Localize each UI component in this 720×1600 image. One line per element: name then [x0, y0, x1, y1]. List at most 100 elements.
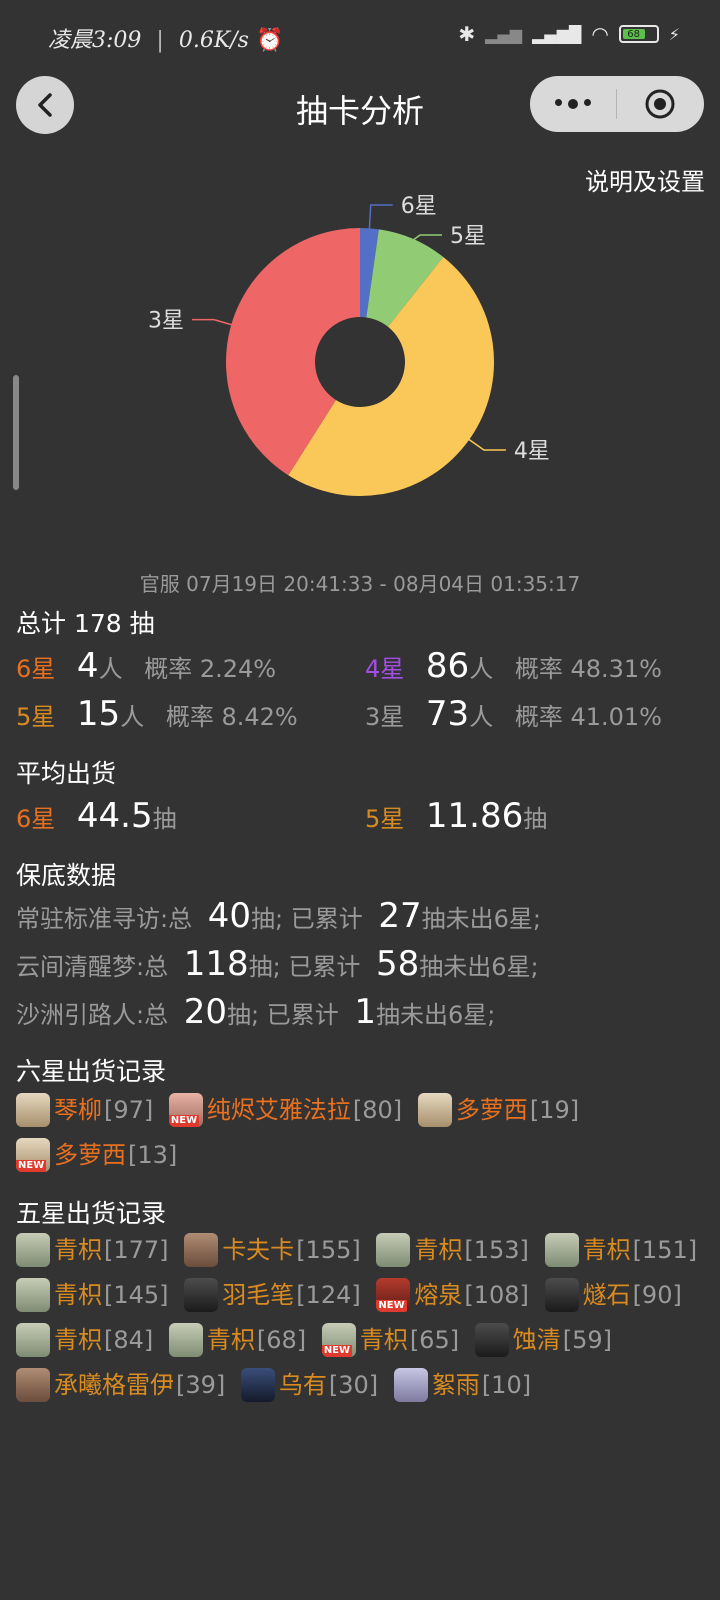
operator-avatar	[16, 1233, 50, 1267]
operator-avatar	[544, 1233, 579, 1267]
operator-name: 纯烬艾雅法拉	[206, 1096, 351, 1124]
clock-text: 凌晨3:09	[48, 28, 142, 53]
battery-level: 68	[622, 29, 645, 40]
operator-name: 青枳	[54, 1281, 102, 1309]
star-prob: 概率 8.42%	[165, 703, 298, 731]
record-item: 多萝西 [19]	[417, 1092, 580, 1128]
stat-5star: 5星 15人 概率 8.42%	[16, 694, 298, 734]
bluetooth-icon: ✱	[458, 22, 476, 46]
operator-name: 熔泉	[414, 1281, 463, 1309]
status-icons: ✱ ▂▄▆ ▂▄▆█ ◠ 68 ⚡	[458, 22, 680, 46]
pity-text: 抽未出6星;	[421, 905, 541, 933]
mini-program-capsule	[530, 76, 704, 132]
record-item: NEW 纯烬艾雅法拉 [80]	[168, 1092, 403, 1128]
avg-5star: 5星 11.86抽	[365, 796, 547, 836]
operator-avatar: NEW	[376, 1278, 411, 1312]
signal-hd-icon: ▂▄▆█	[532, 24, 582, 44]
wifi-icon: ◠	[591, 22, 609, 46]
pie-label: 4星	[514, 439, 550, 464]
operator-name: 琴柳	[54, 1096, 102, 1124]
status-bar: 凌晨3:09 | 0.6K/s ⏰ ✱ ▂▄▆ ▂▄▆█ ◠ 68 ⚡	[0, 0, 720, 70]
alarm-icon: ⏰	[255, 28, 284, 53]
more-button[interactable]	[530, 99, 616, 109]
stat-6star: 6星 4人 概率 2.24%	[16, 646, 276, 686]
pity-row: 常驻标准寻访:总 40抽; 已累计 27抽未出6星;	[16, 896, 541, 936]
operator-name: 青枳	[582, 1236, 631, 1264]
pull-count: [80]	[352, 1096, 403, 1124]
avg-unit: 抽	[152, 805, 177, 833]
pull-count: [90]	[632, 1281, 682, 1309]
pool-total: 40	[207, 896, 251, 936]
new-badge: NEW	[16, 1160, 47, 1172]
record-item: 青枳 [177]	[16, 1232, 169, 1268]
star-count: 15	[76, 694, 121, 734]
pity-title: 保底数据	[16, 861, 117, 890]
pull-distribution-chart: 6星 5星 4星 3星	[148, 194, 550, 496]
record-item: 青枳 [145]	[16, 1277, 169, 1313]
record-item: 絮雨 [10]	[393, 1367, 531, 1403]
operator-avatar: NEW	[168, 1093, 203, 1127]
pull-count: [68]	[256, 1326, 307, 1354]
operator-avatar	[417, 1093, 452, 1127]
operator-name: 燧石	[582, 1281, 631, 1309]
pool-accumulated: 1	[354, 992, 376, 1032]
pity-text: 抽; 已累计	[248, 953, 361, 981]
pie-leader-line	[411, 234, 443, 242]
pull-count: [19]	[529, 1096, 580, 1124]
pity-row: 云间清醒梦:总 118抽; 已累计 58抽未出6星;	[16, 944, 539, 984]
operator-avatar	[168, 1323, 203, 1357]
pity-row: 沙洲引路人:总 20抽; 已累计 1抽未出6星;	[16, 992, 495, 1032]
pull-count: [145]	[104, 1281, 169, 1309]
record-item: 燧石 [90]	[544, 1277, 682, 1313]
operator-avatar	[184, 1278, 219, 1312]
pull-count: [153]	[464, 1236, 529, 1264]
record-item: 青枳 [84]	[16, 1322, 153, 1358]
stat-4star: 4星 86人 概率 48.31%	[365, 646, 662, 686]
star-label: 4星	[365, 655, 405, 683]
star-unit: 人	[120, 703, 145, 731]
pool-accumulated: 27	[378, 896, 422, 936]
record-item: NEW 多萝西 [13]	[16, 1137, 177, 1173]
operator-name: 青枳	[54, 1326, 102, 1354]
record-item: 蚀清 [59]	[474, 1322, 612, 1358]
pool-accumulated: 58	[376, 944, 420, 984]
avg-value: 11.86	[425, 796, 524, 836]
record-item: NEW 青枳 [65]	[321, 1322, 459, 1358]
record-item: 青枳 [153]	[376, 1232, 529, 1268]
pool-total: 20	[183, 992, 227, 1032]
operator-name: 絮雨	[431, 1371, 480, 1399]
operator-name: 多萝西	[54, 1141, 126, 1169]
operator-name: 蚀清	[512, 1326, 561, 1354]
operator-avatar	[16, 1368, 50, 1402]
record-item: 青枳 [151]	[544, 1232, 697, 1268]
pie-leader-line	[467, 437, 506, 451]
pity-text: 抽; 已累计	[227, 1001, 339, 1029]
operator-name: 青枳	[54, 1236, 102, 1264]
five-star-records-title: 五星出货记录	[16, 1199, 167, 1228]
operator-avatar	[240, 1368, 275, 1402]
pie-leader-line	[368, 204, 393, 231]
status-time: 凌晨3:09 | 0.6K/s ⏰	[48, 28, 284, 53]
new-badge: NEW	[321, 1345, 353, 1357]
star-unit: 人	[469, 703, 494, 731]
star-count: 4	[76, 646, 99, 686]
avg-unit: 抽	[523, 805, 548, 833]
pull-count: [59]	[562, 1326, 612, 1354]
pity-text: 抽未出6星;	[376, 1001, 496, 1029]
pie-leader-line	[192, 318, 234, 326]
operator-avatar: NEW	[16, 1138, 50, 1172]
six-star-records-title: 六星出货记录	[16, 1057, 167, 1086]
operator-avatar	[16, 1278, 50, 1312]
operator-avatar	[544, 1278, 579, 1312]
record-item: 羽毛笔 [124]	[184, 1277, 361, 1313]
date-range: 官服 07月19日 20:41:33 - 08月04日 01:35:17	[139, 572, 581, 596]
star-unit: 人	[469, 655, 494, 683]
pull-count: [13]	[128, 1141, 178, 1169]
network-speed: 0.6K/s	[178, 28, 249, 53]
pool-total: 118	[183, 944, 249, 984]
close-mini-program-button[interactable]	[617, 87, 703, 121]
avg-6star: 6星 44.5抽	[16, 796, 177, 836]
pool-name: 常驻标准寻访:总	[16, 905, 193, 933]
six-star-records-list: 琴柳 [97] NEW 纯烬艾雅法拉 [80] 多萝西 [19] NEW 多萝西 [13…	[16, 1092, 716, 1182]
pity-text: 抽; 已累计	[251, 905, 363, 933]
